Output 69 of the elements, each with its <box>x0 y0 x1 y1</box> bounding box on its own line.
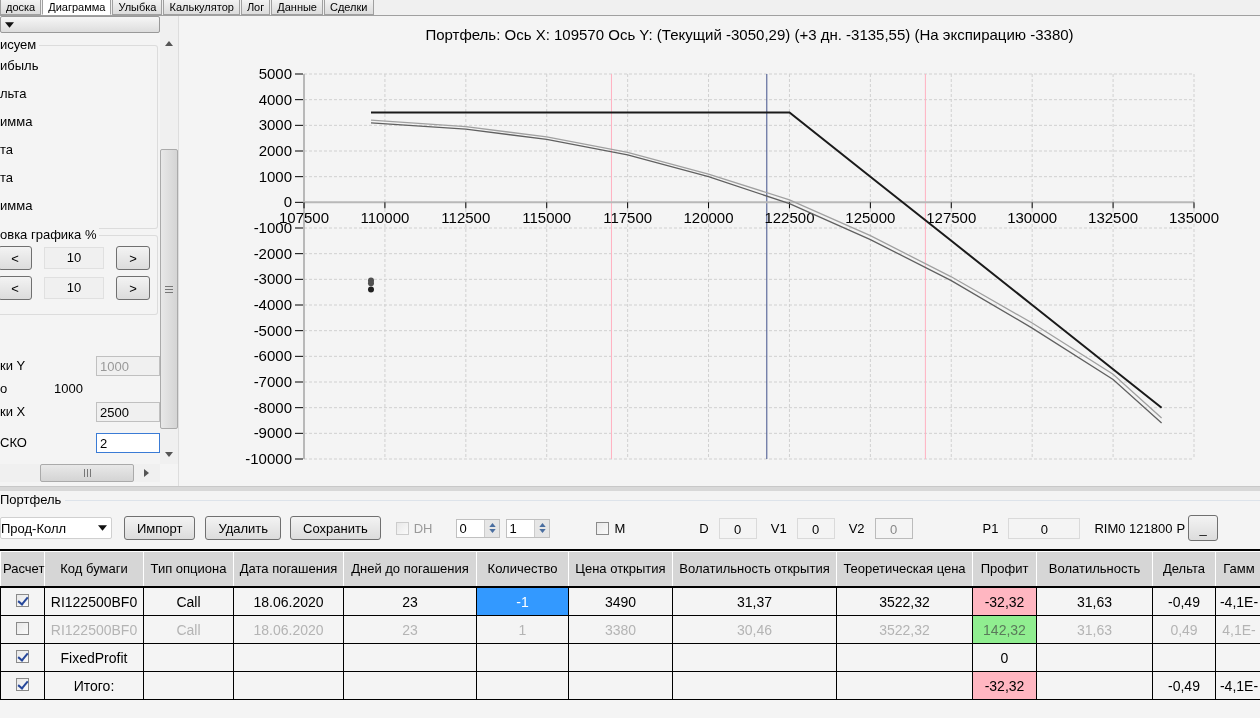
checkbox-label: M <box>614 520 626 536</box>
table-cell: FixedProfit <box>44 643 144 672</box>
axis-label: -2000 <box>253 244 292 262</box>
table-cell: Итого: <box>44 671 144 700</box>
table-cell: 0 <box>972 643 1037 672</box>
table-cell: 23 <box>343 615 477 644</box>
axis-label: 0 <box>283 193 292 211</box>
field-label: P1 <box>982 520 999 536</box>
axis-label: 130000 <box>1007 209 1058 227</box>
table-cell: 0,49 <box>1152 615 1216 644</box>
table-cell: Call <box>143 587 234 616</box>
axis-label: 117500 <box>603 209 653 227</box>
table-cell: RI122500BF0 <box>44 587 144 616</box>
table-cell: 31,37 <box>672 587 837 616</box>
table-cell: 142,32 <box>972 615 1037 644</box>
field-label: D <box>699 520 709 536</box>
axis-label: 115000 <box>522 209 572 227</box>
table-cell: 23 <box>343 587 477 616</box>
axis-label: -10000 <box>245 450 292 467</box>
axis-label: 5000 <box>258 65 292 82</box>
axis-label: -6000 <box>253 347 292 365</box>
axis-label: 110000 <box>360 209 410 227</box>
group-title: Портфель <box>0 492 66 507</box>
field-label: ки X <box>0 404 26 419</box>
axis-label: 1000 <box>258 167 292 185</box>
axis-label: 4000 <box>258 90 292 108</box>
axis-label: 2000 <box>258 142 292 159</box>
axis-label: 132500 <box>1088 209 1139 227</box>
axis-label: 3000 <box>258 116 292 134</box>
field-label: СКО <box>0 435 27 450</box>
axis-label: -9000 <box>253 424 292 442</box>
table-cell: 3380 <box>568 615 673 644</box>
axis-label: 127500 <box>926 209 977 227</box>
axis-label: -4000 <box>253 296 292 313</box>
field-label: о <box>0 381 8 396</box>
table-cell: 3522,32 <box>836 615 973 644</box>
table-cell: 31,63 <box>1036 587 1153 616</box>
axis-label: 120000 <box>683 209 734 227</box>
axis-label: -5000 <box>253 321 292 339</box>
axis-label: 125000 <box>845 209 896 227</box>
chart-title: Портфель: Ось X: 109570 Ось Y: (Текущий -3050,29) (+3 дн. -3135,55) (На экспирацию -3380) <box>424 26 1075 45</box>
table-cell: -0,49 <box>1152 671 1216 700</box>
table-cell: 31,63 <box>1036 615 1153 644</box>
axis-label: -3000 <box>253 270 292 288</box>
axis-label: 135000 <box>1168 209 1220 227</box>
checkbox-label: DH <box>413 520 433 536</box>
table-cell: 30,46 <box>672 615 837 644</box>
field-label: V2 <box>848 520 865 536</box>
group-title: овка графика % <box>0 227 100 242</box>
field-label: V1 <box>770 520 787 536</box>
table-cell: RI122500BF0 <box>44 615 144 644</box>
table-cell: -32,32 <box>972 587 1037 616</box>
table-cell: Call <box>143 615 234 644</box>
price-label: RIM0 121800 <box>1094 520 1173 536</box>
table-cell: 3490 <box>568 587 673 616</box>
axis-label: 112500 <box>441 209 491 227</box>
table-cell: 18.06.2020 <box>233 587 344 616</box>
table-cell: -1 <box>476 587 569 616</box>
axis-label: 122500 <box>764 209 815 227</box>
table-cell: 3522,32 <box>836 587 973 616</box>
table-cell: 1 <box>476 615 569 644</box>
table-cell: 18.06.2020 <box>233 615 344 644</box>
axis-label: -7000 <box>253 373 292 390</box>
value-text: 1000 <box>54 381 84 396</box>
table-cell: -0,49 <box>1152 587 1216 616</box>
axis-label: -8000 <box>253 398 292 416</box>
field-label: P <box>1176 520 1186 536</box>
field-label: ки Y <box>0 358 26 373</box>
table-cell: -32,32 <box>972 671 1037 700</box>
